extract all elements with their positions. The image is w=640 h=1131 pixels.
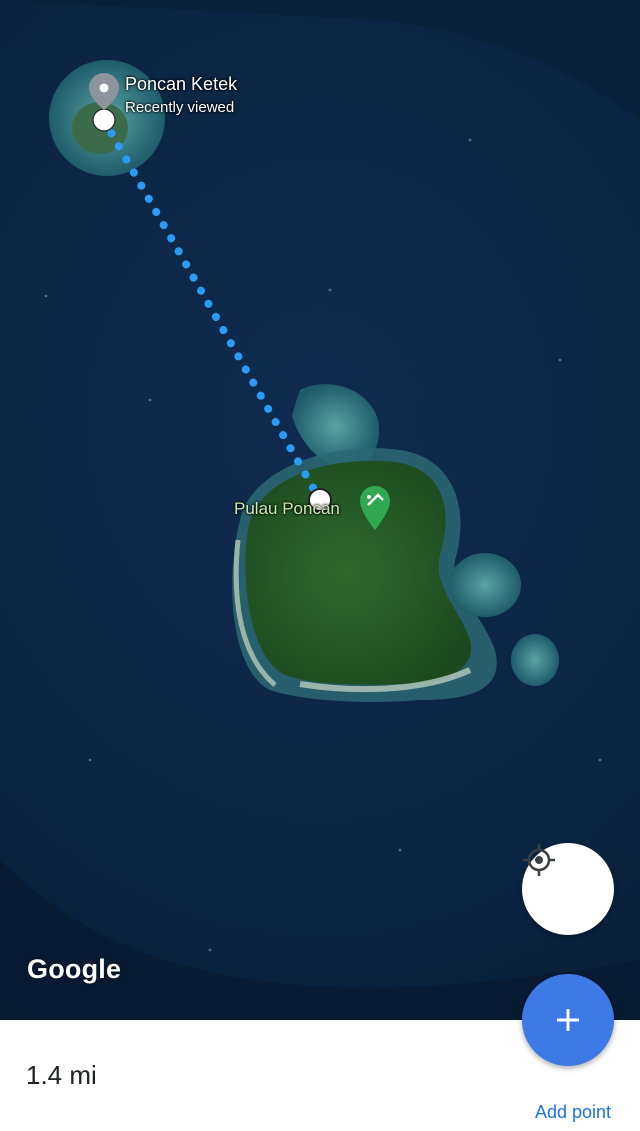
add-button[interactable]: [522, 974, 614, 1066]
distance-value: 1.4 mi: [26, 1060, 97, 1090]
satellite-map[interactable]: Poncan Ketek Recently viewed Pulau Ponca…: [0, 0, 640, 1020]
marker-name-label: Poncan Ketek: [125, 74, 238, 94]
route-line: [100, 116, 324, 504]
place-name-label[interactable]: Pulau Poncan: [234, 499, 340, 519]
my-location-button[interactable]: [522, 843, 614, 935]
my-location-icon: [523, 844, 555, 876]
route-start-point[interactable]: [92, 108, 116, 132]
google-logo: Google: [27, 954, 122, 984]
plus-icon: [557, 1009, 579, 1031]
marker-subtitle-label: Recently viewed: [125, 99, 235, 116]
add-point-button[interactable]: Add point: [535, 1102, 611, 1123]
